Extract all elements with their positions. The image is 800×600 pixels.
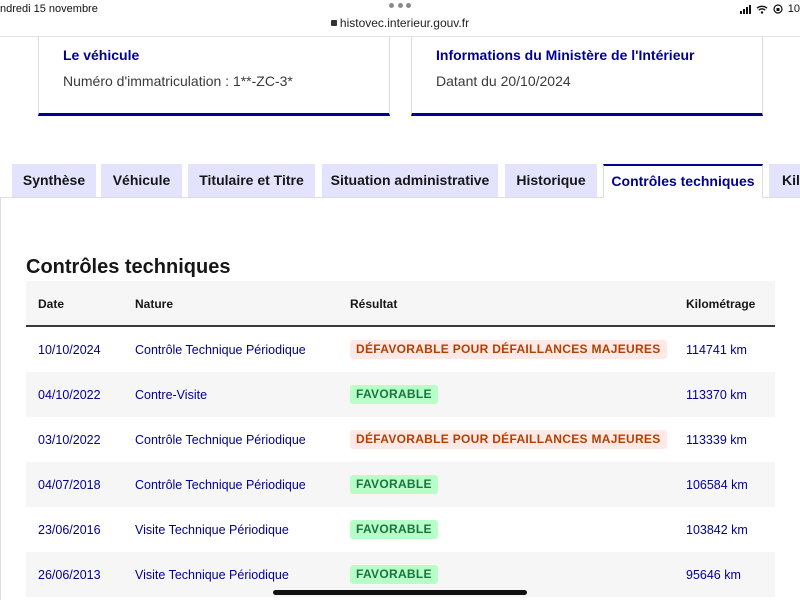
header-nature[interactable]: Nature [135,297,173,311]
cellular-signal-icon [739,4,751,14]
table-row: 10/10/2024 Contrôle Technique Périodique… [26,327,775,372]
result-badge-favorable: FAVORABLE [350,565,438,584]
table-row: 23/06/2016 Visite Technique Périodique F… [26,507,775,552]
tab-bar: Synthèse Véhicule Titulaire et Titre Sit… [0,164,800,198]
tab-panel-border [0,197,603,198]
data-date: Datant du 20/10/2024 [436,73,571,89]
row-nature: Contrôle Technique Périodique [135,478,306,492]
table-header: Date Nature Résultat Kilométrage [26,281,775,327]
table-row: 03/10/2022 Contrôle Technique Périodique… [26,417,775,462]
result-badge-unfavorable: DÉFAVORABLE POUR DÉFAILLANCES MAJEURES [350,340,667,359]
row-date: 26/06/2013 [38,568,101,582]
row-nature: Visite Technique Périodique [135,568,289,582]
row-date: 03/10/2022 [38,433,101,447]
status-date: ndredi 15 novembre [0,3,98,15]
ministry-card-title: Informations du Ministère de l'Intérieur [436,47,695,63]
status-indicators: 10 [739,3,800,15]
row-mileage: 103842 km [686,523,748,537]
vehicle-card: Le véhicule Numéro d'immatriculation : 1… [38,37,390,116]
result-badge-favorable: FAVORABLE [350,520,438,539]
orientation-lock-icon [773,4,783,14]
header-result[interactable]: Résultat [350,297,397,311]
url-text: histovec.interieur.gouv.fr [339,16,470,30]
vehicle-card-title: Le véhicule [63,47,140,63]
registration-number: Numéro d'immatriculation : 1**-ZC-3* [63,73,293,89]
home-indicator[interactable] [273,590,527,595]
row-mileage: 113370 km [686,388,747,402]
battery-percentage: 10 [787,3,800,15]
result-badge-unfavorable: DÉFAVORABLE POUR DÉFAILLANCES MAJEURES [350,430,667,449]
tab-vehicule[interactable]: Véhicule [101,164,182,197]
tab-panel-border-right [763,197,800,198]
row-mileage: 113339 km [686,433,747,447]
wifi-icon [756,5,768,14]
tab-controles-techniques[interactable]: Contrôles techniques [603,164,763,198]
address-bar[interactable]: histovec.interieur.gouv.fr [0,16,800,34]
tab-historique[interactable]: Historique [505,164,597,197]
ministry-info-card: Informations du Ministère de l'Intérieur… [411,37,763,116]
result-badge-favorable: FAVORABLE [350,385,438,404]
table-row: 04/07/2018 Contrôle Technique Périodique… [26,462,775,507]
tab-kilometrage[interactable]: Kil [769,164,800,197]
header-date[interactable]: Date [38,297,64,311]
row-date: 10/10/2024 [38,343,101,357]
row-mileage: 106584 km [686,478,748,492]
row-nature: Contrôle Technique Périodique [135,433,306,447]
multitask-dots-icon[interactable] [389,3,411,9]
table-row: 04/10/2022 Contre-Visite FAVORABLE 11337… [26,372,775,417]
row-date: 04/10/2022 [38,388,101,402]
section-title: Contrôles techniques [26,256,231,278]
row-nature: Visite Technique Périodique [135,523,289,537]
row-nature: Contre-Visite [135,388,208,402]
row-nature: Contrôle Technique Périodique [135,343,306,357]
technical-controls-table: Date Nature Résultat Kilométrage 10/10/2… [26,281,775,597]
row-mileage: 95646 km [686,568,741,582]
row-date: 04/07/2018 [38,478,101,492]
lock-icon [330,20,337,26]
header-mileage[interactable]: Kilométrage [686,297,755,311]
tab-titulaire-et-titre[interactable]: Titulaire et Titre [188,164,315,197]
result-badge-favorable: FAVORABLE [350,475,438,494]
tab-situation-administrative[interactable]: Situation administrative [322,164,498,197]
row-mileage: 114741 km [686,343,747,357]
row-date: 23/06/2016 [38,523,101,537]
tab-synthese[interactable]: Synthèse [12,164,96,197]
panel-left-border [0,197,1,600]
